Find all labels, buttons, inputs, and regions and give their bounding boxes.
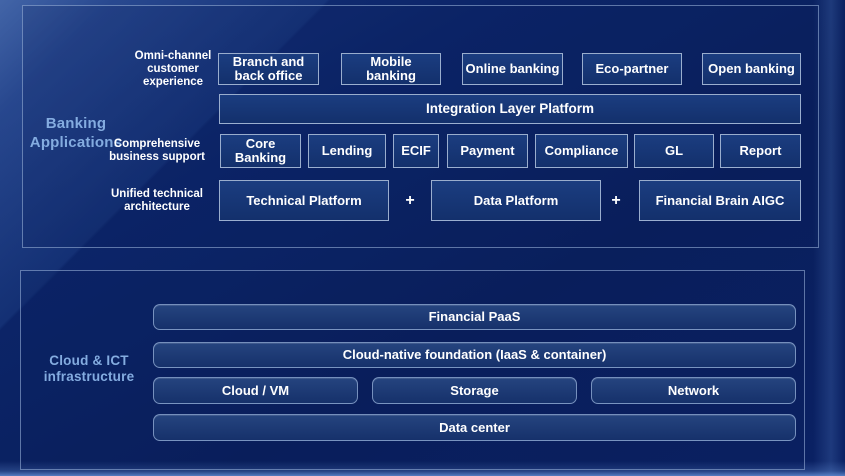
cloud-ict-panel: Cloud & ICT infrastructure Financial Paa… [20,270,805,470]
box-gl: GL [634,134,714,168]
box-data-platform: Data Platform [431,180,601,221]
box-online-banking: Online banking [462,53,563,85]
architecture-diagram: Banking Applications Omni-channel custom… [0,0,845,476]
box-core-banking: Core Banking [220,134,301,168]
box-cloud-native-foundation: Cloud-native foundation (IaaS & containe… [153,342,796,368]
box-financial-brain-aigc: Financial Brain AIGC [639,180,801,221]
box-storage: Storage [372,377,577,404]
box-open-banking: Open banking [702,53,801,85]
box-integration-layer-platform: Integration Layer Platform [219,94,801,124]
row-label-technical-architecture: Unified technical architecture [99,180,215,221]
row-label-omni-channel: Omni-channel customer experience [131,53,215,85]
box-network: Network [591,377,796,404]
box-financial-paas: Financial PaaS [153,304,796,330]
box-eco-partner: Eco-partner [582,53,682,85]
plus-sign-2: + [605,180,627,221]
box-lending: Lending [308,134,386,168]
box-mobile-banking: Mobile banking [341,53,441,85]
box-cloud-vm: Cloud / VM [153,377,358,404]
plus-sign-1: + [399,180,421,221]
box-data-center: Data center [153,414,796,441]
row-label-business-support: Comprehensive business support [99,134,215,168]
box-compliance: Compliance [535,134,628,168]
box-technical-platform: Technical Platform [219,180,389,221]
box-payment: Payment [447,134,528,168]
banking-applications-panel: Banking Applications Omni-channel custom… [22,5,819,248]
cloud-ict-title: Cloud & ICT infrastructure [29,353,149,385]
box-ecif: ECIF [393,134,439,168]
box-branch-back-office: Branch and back office [218,53,319,85]
box-report: Report [720,134,801,168]
